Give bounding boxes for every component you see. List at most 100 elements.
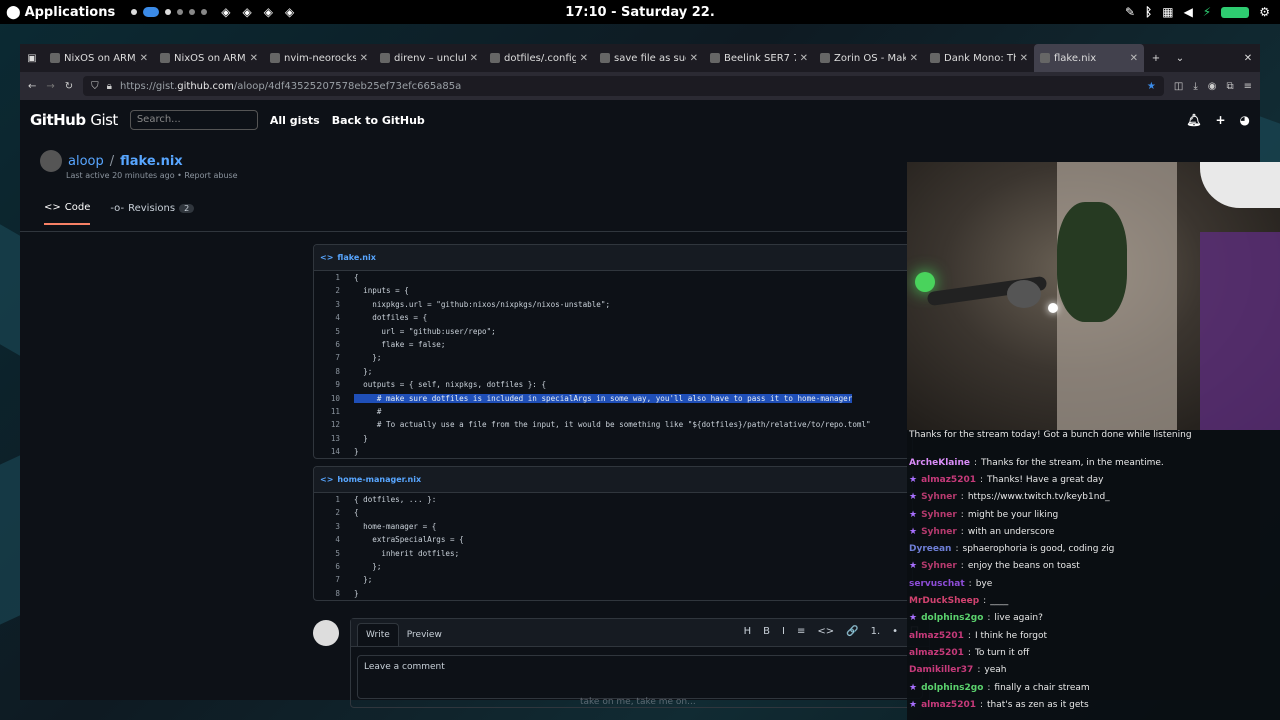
line-number[interactable]: 9 bbox=[314, 378, 344, 391]
all-gists-link[interactable]: All gists bbox=[270, 114, 320, 127]
applications-menu[interactable]: ⬤ Applications bbox=[0, 5, 115, 20]
workspace-dot[interactable] bbox=[131, 9, 138, 15]
line-number[interactable]: 5 bbox=[314, 325, 344, 338]
line-number[interactable]: 12 bbox=[314, 418, 344, 431]
lock-icon[interactable]: 🔒︎ bbox=[107, 81, 112, 92]
owner-link[interactable]: aloop bbox=[68, 154, 104, 169]
line-number[interactable]: 7 bbox=[314, 573, 344, 586]
workspace-dot[interactable] bbox=[201, 9, 208, 15]
pen-icon[interactable]: ✎ bbox=[1125, 5, 1135, 19]
search-input[interactable]: Search... bbox=[129, 110, 258, 130]
pocket-icon[interactable]: ◫ bbox=[1174, 81, 1183, 92]
line-number[interactable]: 2 bbox=[314, 284, 344, 297]
close-tab-icon[interactable]: ✕ bbox=[1130, 53, 1138, 64]
address-bar[interactable]: ⛉ 🔒︎ https://gist.github.com/aloop/4df43… bbox=[83, 76, 1164, 96]
line-number[interactable]: 6 bbox=[314, 560, 344, 573]
line-number[interactable]: 14 bbox=[314, 445, 344, 458]
line-number[interactable]: 5 bbox=[314, 547, 344, 560]
battery-icon[interactable] bbox=[1221, 6, 1250, 18]
line-number[interactable]: 8 bbox=[314, 587, 344, 600]
line-number[interactable]: 13 bbox=[314, 432, 344, 445]
browser-tab-active[interactable]: flake.nix ✕ bbox=[1034, 44, 1144, 72]
workspace-dot-active[interactable] bbox=[143, 7, 160, 17]
line-number[interactable]: 10 bbox=[314, 392, 344, 405]
browser-tab[interactable]: save file as sudo ✕ bbox=[594, 44, 704, 72]
line-number[interactable]: 4 bbox=[314, 533, 344, 546]
heading-icon[interactable]: H bbox=[744, 626, 752, 637]
volume-icon[interactable]: ◀ bbox=[1184, 5, 1193, 19]
forward-icon[interactable]: → bbox=[46, 81, 54, 92]
settings-icon[interactable]: ⚙ bbox=[1259, 5, 1270, 19]
browser-tab[interactable]: dotfiles/.config... ✕ bbox=[484, 44, 594, 72]
close-tab-icon[interactable]: ✕ bbox=[1020, 53, 1028, 64]
link-icon[interactable]: 🔗 bbox=[846, 626, 858, 637]
notifications-bell-icon[interactable]: 🔔︎ bbox=[1186, 113, 1201, 127]
workspace-switcher[interactable] bbox=[131, 7, 208, 17]
browser-tab[interactable]: NixOS on ARM/... ✕ bbox=[44, 44, 154, 72]
tab-revisions[interactable]: -o- Revisions 2 bbox=[110, 200, 195, 225]
git-icon[interactable]: ◈ bbox=[221, 5, 230, 19]
extensions-icon[interactable]: ⧉ bbox=[1226, 81, 1233, 92]
reload-icon[interactable]: ↻ bbox=[65, 81, 73, 92]
back-to-github-link[interactable]: Back to GitHub bbox=[332, 114, 425, 127]
line-number[interactable]: 8 bbox=[314, 365, 344, 378]
line-number[interactable]: 11 bbox=[314, 405, 344, 418]
close-tab-icon[interactable]: ✕ bbox=[470, 53, 478, 64]
gist-filename-link[interactable]: flake.nix bbox=[120, 154, 183, 169]
browser-tab[interactable]: Dank Mono: The... ✕ bbox=[924, 44, 1034, 72]
file-name-link[interactable]: home-manager.nix bbox=[337, 475, 421, 484]
git-icon[interactable]: ◈ bbox=[264, 5, 273, 19]
browser-tab[interactable]: nvim-neorocks/... ✕ bbox=[264, 44, 374, 72]
close-tab-icon[interactable]: ✕ bbox=[250, 53, 258, 64]
browser-tab[interactable]: direnv – unclutter y... ✕ bbox=[374, 44, 484, 72]
account-icon[interactable]: ◉ bbox=[1208, 81, 1217, 92]
browser-tab[interactable]: NixOS on ARM/... ✕ bbox=[154, 44, 264, 72]
bookmark-star-icon[interactable]: ★ bbox=[1147, 81, 1156, 92]
workspace-dot[interactable] bbox=[177, 9, 184, 15]
close-window-icon[interactable]: ✕ bbox=[1236, 53, 1260, 64]
browser-tab[interactable]: Zorin OS - Make... ✕ bbox=[814, 44, 924, 72]
user-avatar-icon[interactable]: ◕ bbox=[1240, 113, 1250, 127]
comment-textarea[interactable]: Leave a comment bbox=[357, 655, 923, 699]
workspace-dot[interactable] bbox=[165, 9, 172, 15]
italic-icon[interactable]: I bbox=[782, 626, 785, 637]
line-number[interactable]: 3 bbox=[314, 298, 344, 311]
power-icon[interactable]: ⚡ bbox=[1203, 5, 1211, 19]
quote-icon[interactable]: ≡ bbox=[797, 626, 805, 637]
git-icon[interactable]: ◈ bbox=[242, 5, 251, 19]
shield-icon[interactable]: ⛉ bbox=[91, 81, 99, 92]
git-icon[interactable]: ◈ bbox=[285, 5, 294, 19]
menu-icon[interactable]: ≡ bbox=[1244, 81, 1252, 92]
owner-avatar[interactable] bbox=[40, 150, 62, 172]
network-icon[interactable]: ▦ bbox=[1162, 5, 1173, 19]
tab-list-icon[interactable]: ⌄ bbox=[1168, 53, 1192, 64]
line-number[interactable]: 6 bbox=[314, 338, 344, 351]
line-number[interactable]: 1 bbox=[314, 271, 344, 284]
tab-overview-icon[interactable]: ▣ bbox=[20, 53, 44, 64]
downloads-icon[interactable]: ⤓ bbox=[1193, 81, 1197, 92]
new-tab-icon[interactable]: + bbox=[1144, 53, 1168, 64]
line-number[interactable]: 2 bbox=[314, 506, 344, 519]
line-number[interactable]: 4 bbox=[314, 311, 344, 324]
close-tab-icon[interactable]: ✕ bbox=[800, 53, 808, 64]
bluetooth-icon[interactable]: ᛒ bbox=[1145, 5, 1152, 19]
line-number[interactable]: 7 bbox=[314, 351, 344, 364]
line-number[interactable]: 1 bbox=[314, 493, 344, 506]
code-icon[interactable]: <> bbox=[817, 626, 834, 637]
back-icon[interactable]: ← bbox=[28, 81, 36, 92]
ordered-list-icon[interactable]: 1. bbox=[871, 626, 881, 637]
github-gist-logo[interactable]: GitHub Gist bbox=[30, 111, 118, 129]
tab-preview[interactable]: Preview bbox=[399, 624, 450, 646]
unordered-list-icon[interactable]: • bbox=[892, 626, 898, 637]
close-tab-icon[interactable]: ✕ bbox=[910, 53, 918, 64]
close-tab-icon[interactable]: ✕ bbox=[360, 53, 368, 64]
close-tab-icon[interactable]: ✕ bbox=[580, 53, 588, 64]
tab-write[interactable]: Write bbox=[357, 623, 399, 646]
tab-code[interactable]: <> Code bbox=[44, 200, 91, 225]
line-number[interactable]: 3 bbox=[314, 520, 344, 533]
close-tab-icon[interactable]: ✕ bbox=[690, 53, 698, 64]
bold-icon[interactable]: B bbox=[763, 626, 770, 637]
close-tab-icon[interactable]: ✕ bbox=[140, 53, 148, 64]
browser-tab[interactable]: Beelink SER7 7B... ✕ bbox=[704, 44, 814, 72]
file-name-link[interactable]: flake.nix bbox=[337, 253, 376, 262]
